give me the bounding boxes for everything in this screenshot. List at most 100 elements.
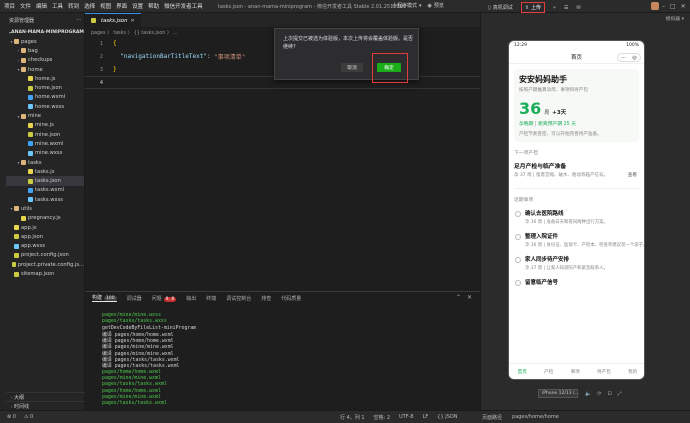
status-item[interactable]: ⚠ 0 — [24, 414, 33, 420]
tree-item[interactable]: home.wxml — [6, 93, 84, 102]
device-select[interactable]: iPhone 12/13 (... — [538, 389, 579, 398]
view-link[interactable]: 查看 — [628, 172, 637, 178]
panel-tab[interactable]: 排查 — [261, 295, 271, 302]
status-item[interactable]: UTF-8 — [399, 414, 414, 421]
tree-item[interactable]: ▾ mine — [6, 111, 84, 120]
tree-item[interactable]: mine.wxss — [6, 149, 84, 158]
tree-item[interactable]: tasks.wxml — [6, 186, 84, 195]
panel-tab[interactable]: 代码质量 — [281, 295, 301, 302]
panel-tab[interactable]: 构建 100 — [92, 294, 117, 302]
todo-item[interactable]: 整理入院证件孕 36 周 | 身份证、医保卡、产检本、检查单建议装一个袋子。 — [514, 230, 644, 253]
tree-item-label: home.wxml — [35, 94, 66, 101]
explorer-header: 资源管理器 ··· — [9, 17, 81, 24]
capsule-button[interactable]: ··· ◎ — [617, 53, 641, 62]
panel-tab[interactable]: 输出 — [186, 295, 196, 302]
tree-item[interactable]: home.js — [6, 74, 84, 83]
volume-icon[interactable]: 🔈 — [585, 391, 591, 397]
menu-item[interactable]: 界面 — [116, 2, 127, 10]
checkbox[interactable] — [515, 234, 521, 240]
upload-button[interactable]: ⇪ 上传 — [520, 2, 545, 13]
tree-item[interactable]: tasks.json — [6, 176, 84, 186]
menu-item[interactable]: 帮助 — [148, 2, 159, 10]
simulator-menu[interactable]: 模拟器 ▾ — [666, 15, 684, 22]
status-item[interactable]: 行 4，列 1 — [340, 414, 365, 421]
minimize-icon[interactable]: – — [662, 3, 665, 10]
status-item[interactable]: 空格: 2 — [374, 414, 390, 421]
tab-1[interactable]: 产检 — [544, 369, 553, 375]
preview-button[interactable]: ◉ 预览 — [428, 2, 444, 10]
menu-item[interactable]: 选择 — [84, 2, 95, 10]
tab-3[interactable]: 待产包 — [597, 369, 611, 375]
tree-item[interactable]: › checkups — [6, 56, 84, 65]
status-item[interactable]: LF — [423, 414, 429, 421]
todo-item[interactable]: 家人同步待产安排孕 37 周 | 让家人知道陪产和紧急联系人。 — [514, 253, 639, 276]
tree-item[interactable]: pregnancy.js — [6, 214, 84, 223]
build-output[interactable]: pages/mine/mine.wxss pages/tasks/tasks.wx… — [85, 304, 480, 406]
panel-tab[interactable]: 调试控制台 — [226, 295, 251, 302]
outline-section[interactable]: › 大纲 — [6, 392, 85, 401]
tree-item[interactable]: app.json — [6, 232, 84, 241]
tree-item[interactable]: sitemap.json — [6, 269, 84, 278]
todo-item[interactable]: 留意临产信号 — [514, 276, 639, 299]
menu-item[interactable]: 文件 — [20, 2, 31, 10]
cancel-button[interactable]: 取消 — [341, 63, 363, 72]
status-item[interactable]: {} JSON — [437, 414, 457, 421]
screenshot-icon[interactable]: ⊡ — [607, 391, 611, 397]
tab-4[interactable]: 我的 — [628, 369, 637, 375]
menu-item[interactable]: 设置 — [132, 2, 143, 10]
tree-item[interactable]: ▾ pages — [6, 37, 84, 46]
close-icon[interactable]: ✕ — [467, 294, 472, 301]
maximize-icon[interactable]: □ — [670, 3, 676, 10]
more-icon[interactable]: ··· — [621, 55, 626, 61]
panel-tab-label: 终端 — [206, 295, 217, 302]
tree-item[interactable]: app.wxss — [6, 242, 84, 251]
todo-item[interactable]: 确认去医院路线孕 36 周 | 准备白天和夜间两种出行方案。 — [514, 207, 639, 230]
checkbox[interactable] — [515, 280, 521, 286]
chevron-up-icon[interactable]: ⌃ — [456, 294, 461, 301]
tree-item[interactable]: › bag — [6, 46, 84, 55]
tree-item[interactable]: app.js — [6, 223, 84, 232]
checkbox[interactable] — [515, 211, 521, 217]
tree-item[interactable]: ▾ utils — [6, 204, 84, 213]
tab-2[interactable]: 事项 — [571, 369, 580, 375]
explorer-root[interactable]: ▾ ANAN-MAMA-MINIPROGRAM — [6, 27, 84, 37]
message-button[interactable]: ✉ — [577, 5, 581, 11]
tree-item[interactable]: mine.wxml — [6, 139, 84, 148]
next-checkup-item[interactable]: 足月产检与临产准备 孕 37 周 | 留意宫缩、破水、胎动等临产信号。 查看 — [514, 161, 639, 189]
close-icon[interactable]: ✕ — [130, 18, 134, 24]
real-debug-button[interactable]: ▯ 真机调试 — [488, 4, 513, 12]
timeline-section[interactable]: › 时间线 — [6, 401, 85, 410]
status-item[interactable]: ⊗ 0 — [7, 414, 16, 420]
target-icon[interactable]: ◎ — [632, 55, 636, 61]
avatar[interactable] — [651, 2, 659, 10]
tab-tasks-json[interactable]: tasks.json ✕ — [85, 13, 141, 27]
menu-item[interactable]: 编辑 — [36, 2, 47, 10]
fullscreen-icon[interactable]: ⤢ — [618, 391, 622, 397]
panel-tab[interactable]: 问题 9, 8 — [152, 295, 177, 302]
tree-item[interactable]: ▾ tasks — [6, 158, 84, 167]
tree-item[interactable]: project.config.json — [6, 251, 84, 260]
menu-item[interactable]: 微信开发者工具 — [164, 2, 203, 10]
menu-item[interactable]: 项目 — [4, 2, 15, 10]
tree-item[interactable]: tasks.wxss — [6, 195, 84, 204]
tree-item[interactable]: tasks.js — [6, 167, 84, 176]
details-button[interactable]: ☰ — [564, 5, 568, 11]
panel-tab[interactable]: 终端 — [206, 295, 216, 302]
tree-item[interactable]: home.wxss — [6, 102, 84, 111]
tree-item[interactable]: mine.json — [6, 130, 84, 139]
menu-item[interactable]: 视图 — [100, 2, 111, 10]
checkbox[interactable] — [515, 257, 521, 263]
version-button[interactable]: ⑂ — [553, 5, 556, 11]
tab-0[interactable]: 首页 — [518, 369, 527, 375]
tree-item[interactable]: project.private.config.js... — [6, 260, 84, 269]
close-icon[interactable]: ✕ — [681, 3, 686, 10]
tree-item[interactable]: home.json — [6, 83, 84, 92]
menu-item[interactable]: 工具 — [52, 2, 63, 10]
more-icon[interactable]: ··· — [76, 17, 81, 23]
tree-item[interactable]: mine.js — [6, 121, 84, 130]
panel-tab[interactable]: 调试器 — [127, 295, 142, 302]
tree-item[interactable]: ▾ home — [6, 65, 84, 74]
mode-select[interactable]: 小程序模式 ▾ — [392, 2, 422, 10]
rotate-icon[interactable]: ⟳ — [597, 391, 601, 397]
menu-item[interactable]: 转到 — [68, 2, 79, 10]
